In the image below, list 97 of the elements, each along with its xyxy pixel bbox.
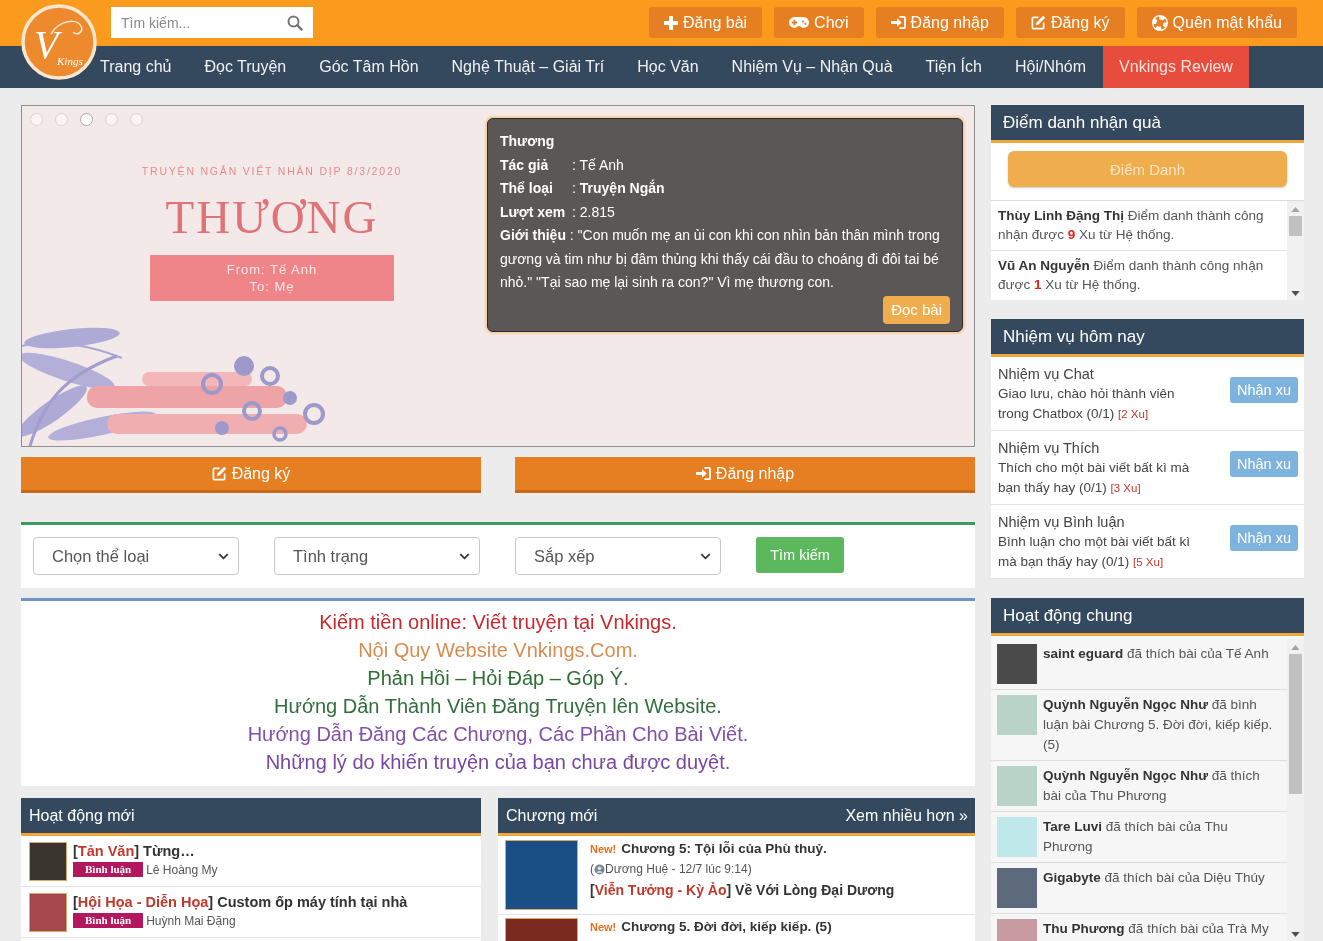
slide-dot[interactable] <box>55 113 68 126</box>
site-link[interactable]: Hướng Dẫn Thành Viên Đăng Truyện lên Website. <box>274 692 722 720</box>
category-link[interactable]: Hội Họa - Diễn Họa <box>77 894 209 910</box>
scrollbar[interactable] <box>1287 201 1304 300</box>
story-title: Thương <box>500 132 556 151</box>
caret-icon <box>459 552 470 560</box>
activity-text: Tare Luvi đã thích bài của Thu Phương <box>1043 818 1229 856</box>
chapter-title[interactable]: Chương 5. Đời đời, kiếp kiếp. (5) <box>621 918 832 935</box>
banner-caption: To: Mẹ <box>249 278 295 295</box>
field-label: Lượt xem <box>500 202 567 222</box>
nav-link[interactable]: Nhiệm Vụ – Nhận Quà <box>715 46 910 88</box>
site-link[interactable]: Kiếm tiền online: Viết truyện tại Vnkings. <box>319 608 677 636</box>
field-label: Thể loại <box>500 179 554 198</box>
activity-text: Quỳnh Nguyễn Ngọc Như đã bình luận bài Chương 5. Đời đời, kiếp kiếp. (5) <box>1043 696 1274 754</box>
activity-text: Thu Phương đã thích bài của Trà My <box>1043 920 1269 938</box>
search-field[interactable]: Tìm kiếm... <box>111 7 313 38</box>
story-title[interactable]: [Viễn Tưởng - Kỳ Ảo] Về Với Lòng Đại Dương <box>590 882 895 898</box>
nav-link[interactable]: Tiện Ích <box>909 46 999 88</box>
thumbnail-placeholder[interactable] <box>29 842 67 881</box>
scrollbar-thumb[interactable] <box>1289 216 1302 236</box>
avatar-placeholder[interactable] <box>997 868 1037 908</box>
triangle-down-icon <box>1291 932 1300 937</box>
enter-arrow-icon <box>890 16 906 29</box>
panel-title: Chương mới <box>506 806 598 825</box>
thumbnail-placeholder[interactable] <box>505 840 578 910</box>
field-value: : Tế Anh <box>572 156 624 173</box>
post-title[interactable]: [Hội Họa - Diễn Họa] Custom ốp máy tính tại nhà <box>73 893 408 912</box>
new-label: New! <box>590 842 617 857</box>
avatar-placeholder[interactable] <box>997 766 1037 806</box>
pencil-square-icon <box>1030 15 1046 30</box>
scrollbar-thumb[interactable] <box>1289 654 1302 794</box>
story-summary: Giới thiệu : "Con muốn mẹ an ủi con khi con nhìn bản thân mình trong gương và tim như bị đâm thủng khi thấy cái đầu to choáng đi đôi tai bé nhỏ." "Tại sao mẹ lại sinh ra con?" Vì mẹ thương con. <box>500 226 941 292</box>
field-label: Tác giả <box>500 155 550 175</box>
nav-link[interactable]: Vnkings Review <box>1102 46 1250 88</box>
thumbnail-placeholder[interactable] <box>29 893 67 932</box>
task-name: Nhiệm vụ Thích <box>998 439 1100 458</box>
search-icon[interactable] <box>287 15 303 31</box>
site-link[interactable]: Những lý do khiến truyện của bạn chưa được duyệt. <box>265 748 731 776</box>
task-description: Giao lưu, chào hỏi thành viên trong Chatbox (0/1) [2 Xu] <box>998 385 1176 423</box>
banner-title: THƯƠNG <box>165 190 379 244</box>
activity-text: saint eguard đã thích bài của Tế Anh <box>1043 645 1269 663</box>
nav-link[interactable]: Học Văn <box>620 46 716 88</box>
more-link[interactable]: Xem nhiều hơn » <box>845 806 968 825</box>
nav-link[interactable]: Trang chủ <box>100 46 188 88</box>
triangle-down-icon <box>1291 291 1300 296</box>
meta-text: Dương Huệ - 12/7 lúc 9:14) <box>605 861 752 877</box>
lifebuoy-icon <box>1151 14 1168 31</box>
nav-link[interactable]: Đọc Truyện <box>187 46 303 88</box>
avatar-placeholder[interactable] <box>997 817 1037 857</box>
slide-dot[interactable] <box>30 113 43 126</box>
new-label: New! <box>590 920 617 935</box>
meta-text: ( <box>590 861 594 877</box>
panel-title: Điểm danh nhận quà <box>1003 112 1161 133</box>
scrollbar[interactable] <box>1287 639 1304 941</box>
select-field[interactable]: Tình trạng <box>274 537 480 575</box>
pencil-square-icon <box>211 466 227 481</box>
site-link[interactable]: Phản Hồi – Hỏi Đáp – Góp Ý. <box>367 664 629 692</box>
task-description: Thích cho một bài viết bất kì mà bạn thấy hay (0/1) [3 Xu] <box>998 459 1191 497</box>
banner-subtitle: TRUYỆN NGẮN VIẾT NHÂN DỊP 8/3/2020 <box>141 165 403 177</box>
gamepad-icon <box>789 17 810 28</box>
select-field[interactable]: Chọn thể loại <box>33 537 239 575</box>
nav-link[interactable]: Nghệ Thuật – Giải Trí <box>435 46 621 88</box>
nav-link[interactable]: Hội/Nhóm <box>998 46 1103 88</box>
avatar-placeholder[interactable] <box>997 644 1037 684</box>
author-name[interactable]: Huỳnh Mai Đặng <box>146 913 236 928</box>
chapter-title[interactable]: Chương 5: Tội lỗi của Phù thuỷ. <box>621 840 827 857</box>
triangle-up-icon <box>1291 207 1300 212</box>
field-value: : Truyện Ngắn <box>572 180 665 196</box>
caret-icon <box>700 552 711 560</box>
activity-tag: Bình luận <box>73 913 144 928</box>
slide-dot[interactable] <box>130 113 143 126</box>
panel-title: Hoạt động mới <box>29 806 135 825</box>
avatar-icon <box>594 863 605 875</box>
panel-title: Hoạt động chung <box>1003 605 1133 626</box>
activity-text: Gigabyte đã thích bài của Diệu Thúy <box>1043 869 1265 887</box>
slide-dot[interactable] <box>80 113 93 126</box>
enter-arrow-icon <box>695 467 711 480</box>
activity-text: Quỳnh Nguyễn Ngọc Như đã thích bài của Thu Phương <box>1043 767 1261 805</box>
category-link[interactable]: Tản Văn <box>77 843 135 859</box>
task-name: Nhiệm vụ Bình luận <box>998 513 1125 532</box>
task-description: Bình luận cho một bài viết bất kì mà bạn thấy hay (0/1) [5 Xu] <box>998 533 1192 571</box>
select-field[interactable]: Sắp xếp <box>515 537 721 575</box>
task-name: Nhiệm vụ Chat <box>998 365 1094 384</box>
triangle-up-icon <box>1291 645 1300 650</box>
avatar-placeholder[interactable] <box>997 695 1037 735</box>
banner-caption: From: Tế Anh <box>226 261 318 278</box>
nav-link[interactable]: Góc Tâm Hồn <box>302 46 436 88</box>
activity-tag: Bình luận <box>73 862 144 877</box>
site-link[interactable]: Hướng Dẫn Đăng Các Chương, Các Phần Cho Bài Viết. <box>247 720 749 748</box>
category-link[interactable]: Viễn Tưởng - Kỳ Ảo <box>594 882 727 898</box>
slide-dot[interactable] <box>105 113 118 126</box>
plus-icon <box>664 15 679 30</box>
field-value: : 2.815 <box>572 203 615 220</box>
post-title[interactable]: [Tản Văn] Từng… <box>73 842 195 861</box>
author-name[interactable]: Lê Hoàng My <box>146 862 218 877</box>
caret-icon <box>218 552 229 560</box>
panel-title: Nhiệm vụ hôm nay <box>1003 326 1145 347</box>
